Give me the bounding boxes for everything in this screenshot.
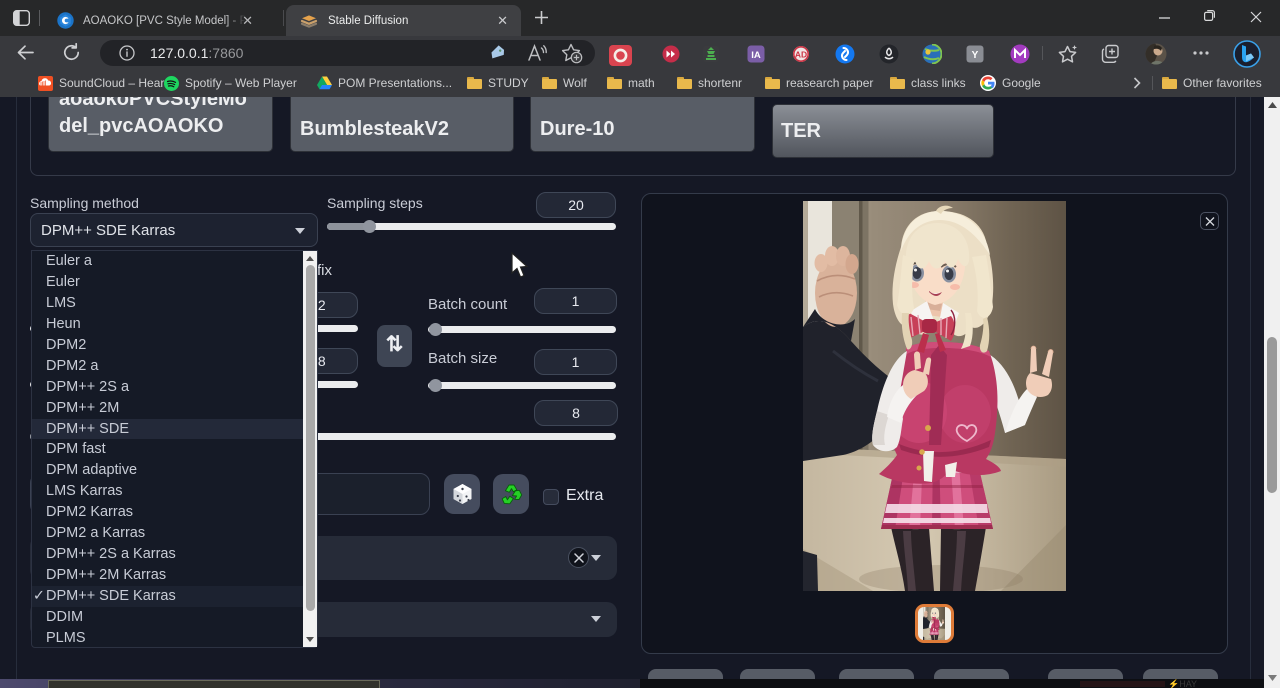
svg-text:Y: Y [972, 50, 979, 61]
svg-text:IA: IA [751, 50, 761, 61]
svg-text:AD: AD [795, 50, 807, 60]
